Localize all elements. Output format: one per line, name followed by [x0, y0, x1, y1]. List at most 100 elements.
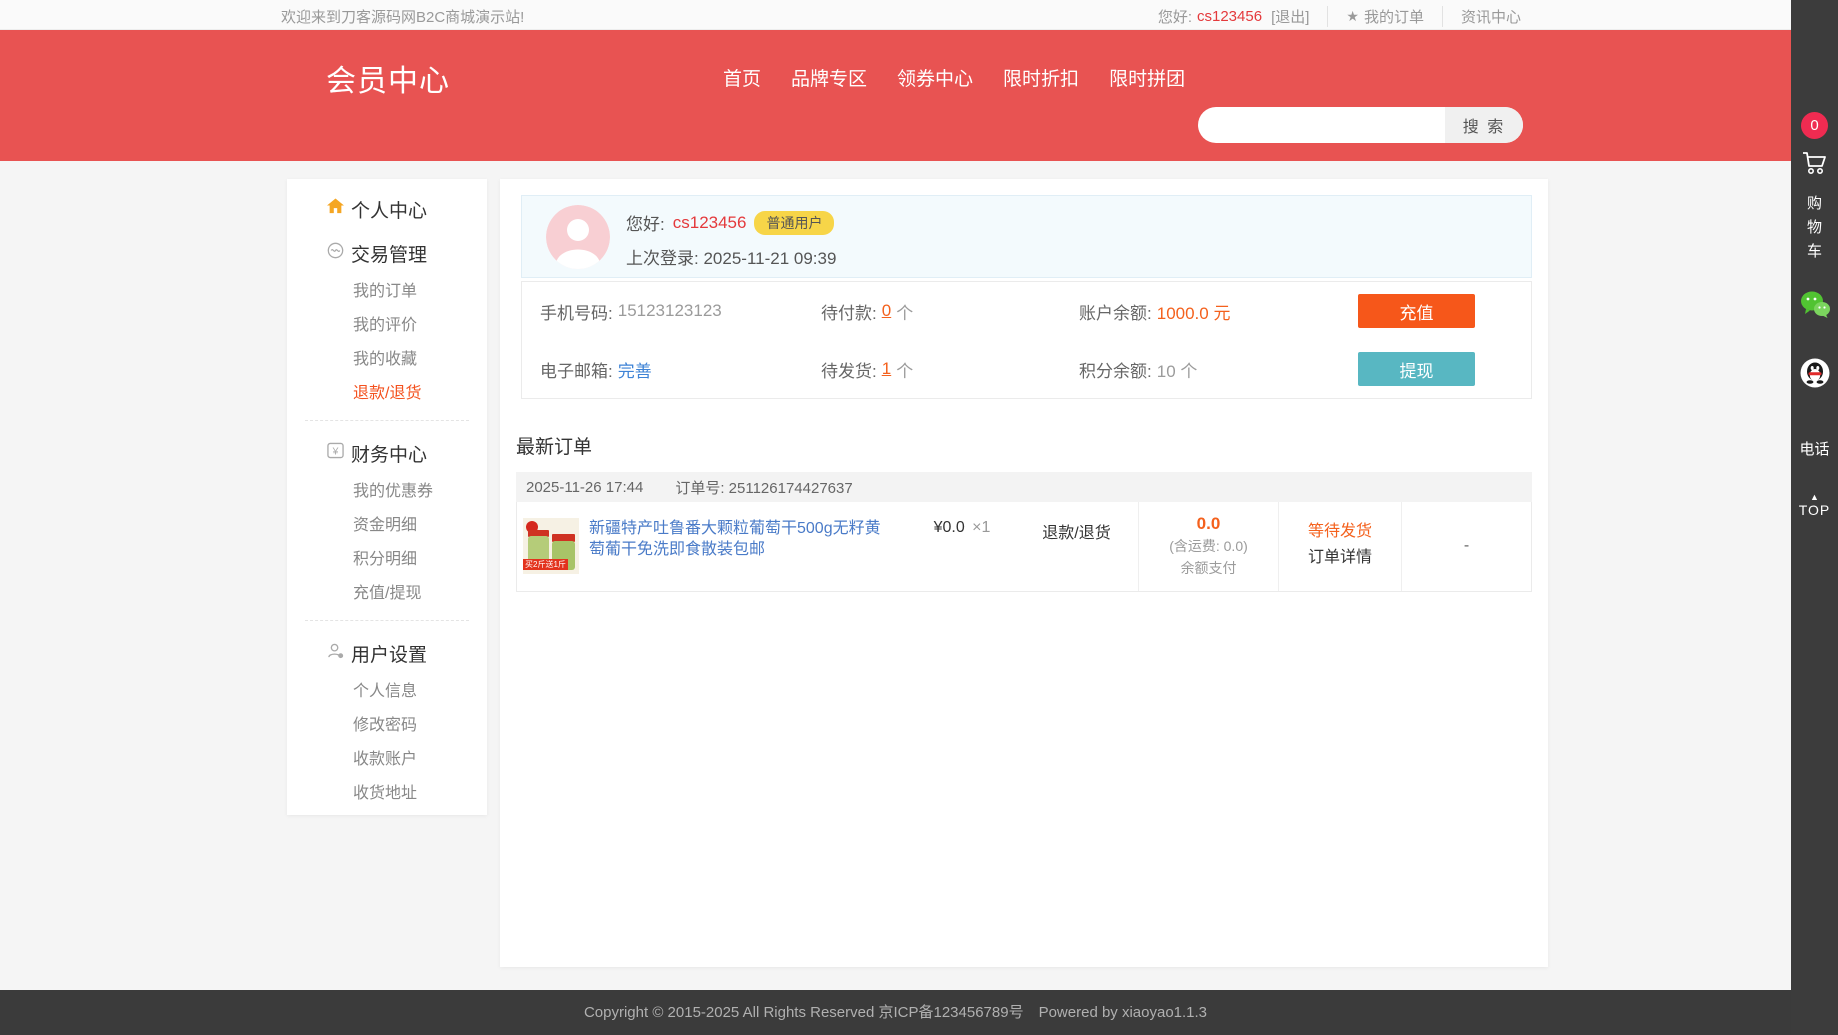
username-link[interactable]: cs123456 — [1197, 8, 1262, 25]
pending-pay-stat: 待付款: 0 个 — [821, 282, 913, 340]
price-cell: ¥0.0 ×1 — [909, 502, 1015, 591]
greeting: 您好: cs123456 [退出] — [1140, 6, 1328, 27]
order-detail-link[interactable]: 订单详情 — [1279, 545, 1401, 571]
news-center-link[interactable]: 资讯中心 — [1461, 6, 1521, 27]
order-header-row: 2025-11-26 17:44 订单号: 251126174427637 — [516, 472, 1532, 502]
pending-pay-count-link[interactable]: 0 — [882, 301, 891, 321]
pay-method: 余额支付 — [1139, 557, 1278, 579]
nav-flash-discount[interactable]: 限时折扣 — [1003, 64, 1079, 91]
order-amount: 0.0 — [1139, 513, 1278, 535]
points-value: 10 个 — [1157, 357, 1198, 382]
profile-greeting: 您好: cs123456 普通用户 — [626, 210, 834, 235]
topbar-right: 您好: cs123456 [退出] ★ 我的订单 资讯中心 — [1140, 6, 1539, 27]
latest-orders-heading: 最新订单 — [516, 432, 592, 459]
product-image[interactable]: 买2斤送1斤 — [523, 518, 579, 574]
user-settings-icon — [327, 642, 344, 665]
order-table: 2025-11-26 17:44 订单号: 251126174427637 买2… — [516, 472, 1532, 592]
balance-value: 1000.0 元 — [1157, 299, 1231, 324]
sidebar-item-personal-center[interactable]: 个人中心 — [287, 187, 487, 231]
search-button[interactable]: 搜 索 — [1445, 107, 1523, 143]
pending-ship-stat: 待发货: 1 个 — [821, 340, 913, 398]
greeting-label: 您好: — [626, 210, 665, 235]
product-cell: 买2斤送1斤 新疆特产吐鲁番大颗粒葡萄干500g无籽黄萄葡干免洗即食散装包邮 — [517, 502, 909, 591]
cart-icon[interactable] — [1801, 150, 1828, 181]
phone-stat: 手机号码: 15123123123 — [540, 282, 722, 340]
cart-label[interactable]: 购物车 — [1807, 192, 1823, 264]
phone-widget[interactable]: 电话 — [1791, 438, 1838, 459]
nav-coupon-center[interactable]: 领券中心 — [897, 64, 973, 91]
back-to-top-button[interactable]: ▲ TOP — [1791, 492, 1838, 518]
pending-ship-count-link[interactable]: 1 — [882, 359, 891, 379]
topbar: 欢迎来到刀客源码网B2C商城演示站! 您好: cs123456 [退出] ★ 我… — [0, 0, 1791, 30]
product-image-badge: 买2斤送1斤 — [523, 559, 568, 570]
search-input[interactable] — [1198, 107, 1445, 143]
sidebar-item-personal-info[interactable]: 个人信息 — [287, 675, 487, 709]
sidebar-item-recharge-withdraw[interactable]: 充值/提现 — [287, 577, 487, 611]
sidebar-section-finance[interactable]: ¥ 财务中心 — [287, 431, 487, 475]
svg-text:¥: ¥ — [332, 446, 339, 457]
trade-icon — [327, 242, 344, 265]
account-stats-box: 手机号码: 15123123123 待付款: 0 个 账户余额: 1000.0 … — [521, 281, 1532, 399]
wechat-icon[interactable] — [1799, 290, 1831, 325]
home-icon — [327, 198, 344, 220]
nav-home[interactable]: 首页 — [723, 64, 761, 91]
sidebar: 个人中心 交易管理 我的订单 我的评价 我的收藏 退款/退货 ¥ 财务中心 我的… — [287, 179, 487, 815]
sidebar-section-user-settings[interactable]: 用户设置 — [287, 631, 487, 675]
order-status: 等待发货 — [1279, 519, 1401, 545]
greeting-label: 您好: — [1158, 6, 1192, 27]
sidebar-section-trade[interactable]: 交易管理 — [287, 231, 487, 275]
member-center-page: 欢迎来到刀客源码网B2C商城演示站! 您好: cs123456 [退出] ★ 我… — [0, 0, 1838, 1035]
sidebar-item-payment-account[interactable]: 收款账户 — [287, 743, 487, 777]
search-box: 搜 索 — [1198, 107, 1523, 143]
nav-brand-zone[interactable]: 品牌专区 — [791, 64, 867, 91]
shipping-note: (含运费: 0.0) — [1139, 535, 1278, 557]
welcome-text: 欢迎来到刀客源码网B2C商城演示站! — [281, 6, 524, 27]
phone-value: 15123123123 — [618, 301, 722, 321]
my-orders-label[interactable]: 我的订单 — [1364, 6, 1424, 27]
sidebar-item-my-reviews[interactable]: 我的评价 — [287, 309, 487, 343]
stats-row-2: 电子邮箱: 完善 待发货: 1 个 积分余额: 10 个 提现 — [522, 340, 1531, 398]
main-panel: 您好: cs123456 普通用户 上次登录: 2025-11-21 09:39… — [500, 179, 1548, 967]
order-type-cell: 退款/退货 — [1015, 502, 1138, 591]
sidebar-item-shipping-address[interactable]: 收货地址 — [287, 777, 487, 811]
logout-link[interactable]: [退出] — [1271, 6, 1309, 27]
complete-email-link[interactable]: 完善 — [618, 357, 652, 382]
avatar — [546, 205, 610, 269]
star-icon: ★ — [1346, 8, 1359, 25]
user-level-badge: 普通用户 — [754, 211, 834, 235]
order-row: 买2斤送1斤 新疆特产吐鲁番大颗粒葡萄干500g无籽黄萄葡干免洗即食散装包邮 ¥… — [516, 502, 1532, 592]
email-stat: 电子邮箱: 完善 — [540, 340, 652, 398]
sidebar-item-fund-details[interactable]: 资金明细 — [287, 509, 487, 543]
unit-price: ¥0.0 — [934, 519, 965, 536]
my-orders-link[interactable]: ★ 我的订单 — [1327, 6, 1442, 27]
sidebar-item-my-orders[interactable]: 我的订单 — [287, 275, 487, 309]
quantity: ×1 — [972, 519, 990, 536]
order-number: 订单号: 251126174427637 — [675, 477, 852, 498]
product-title-link[interactable]: 新疆特产吐鲁番大颗粒葡萄干500g无籽黄萄葡干免洗即食散装包邮 — [589, 518, 889, 591]
sidebar-item-points-details[interactable]: 积分明细 — [287, 543, 487, 577]
withdraw-button[interactable]: 提现 — [1358, 352, 1475, 386]
balance-stat: 账户余额: 1000.0 元 — [1079, 282, 1230, 340]
cart-count-badge[interactable]: 0 — [1801, 112, 1828, 139]
amount-cell: 0.0 (含运费: 0.0) 余额支付 — [1138, 502, 1278, 591]
page-title: 会员中心 — [326, 56, 450, 100]
sidebar-divider — [305, 620, 469, 621]
up-triangle-icon: ▲ — [1791, 492, 1838, 502]
nav-group-buy[interactable]: 限时拼团 — [1109, 64, 1185, 91]
sidebar-item-change-password[interactable]: 修改密码 — [287, 709, 487, 743]
sidebar-item-refund-return[interactable]: 退款/退货 — [287, 377, 487, 411]
site-header: 会员中心 首页 品牌专区 领券中心 限时折扣 限时拼团 搜 索 — [0, 30, 1791, 161]
profile-box: 您好: cs123456 普通用户 上次登录: 2025-11-21 09:39 — [521, 195, 1532, 278]
recharge-button[interactable]: 充值 — [1358, 294, 1475, 328]
profile-username: cs123456 — [673, 213, 747, 233]
floating-widget-bar: 0 购物车 电话 ▲ TOP — [1791, 0, 1838, 1035]
points-stat: 积分余额: 10 个 — [1079, 340, 1197, 398]
sidebar-item-my-favorites[interactable]: 我的收藏 — [287, 343, 487, 377]
extra-cell: - — [1401, 502, 1531, 591]
stats-row-1: 手机号码: 15123123123 待付款: 0 个 账户余额: 1000.0 … — [522, 282, 1531, 340]
finance-icon: ¥ — [327, 442, 344, 465]
qq-icon[interactable] — [1800, 358, 1830, 393]
last-login: 上次登录: 2025-11-21 09:39 — [626, 244, 836, 269]
sidebar-item-my-coupons[interactable]: 我的优惠券 — [287, 475, 487, 509]
footer: Copyright © 2015-2025 All Rights Reserve… — [0, 990, 1791, 1035]
